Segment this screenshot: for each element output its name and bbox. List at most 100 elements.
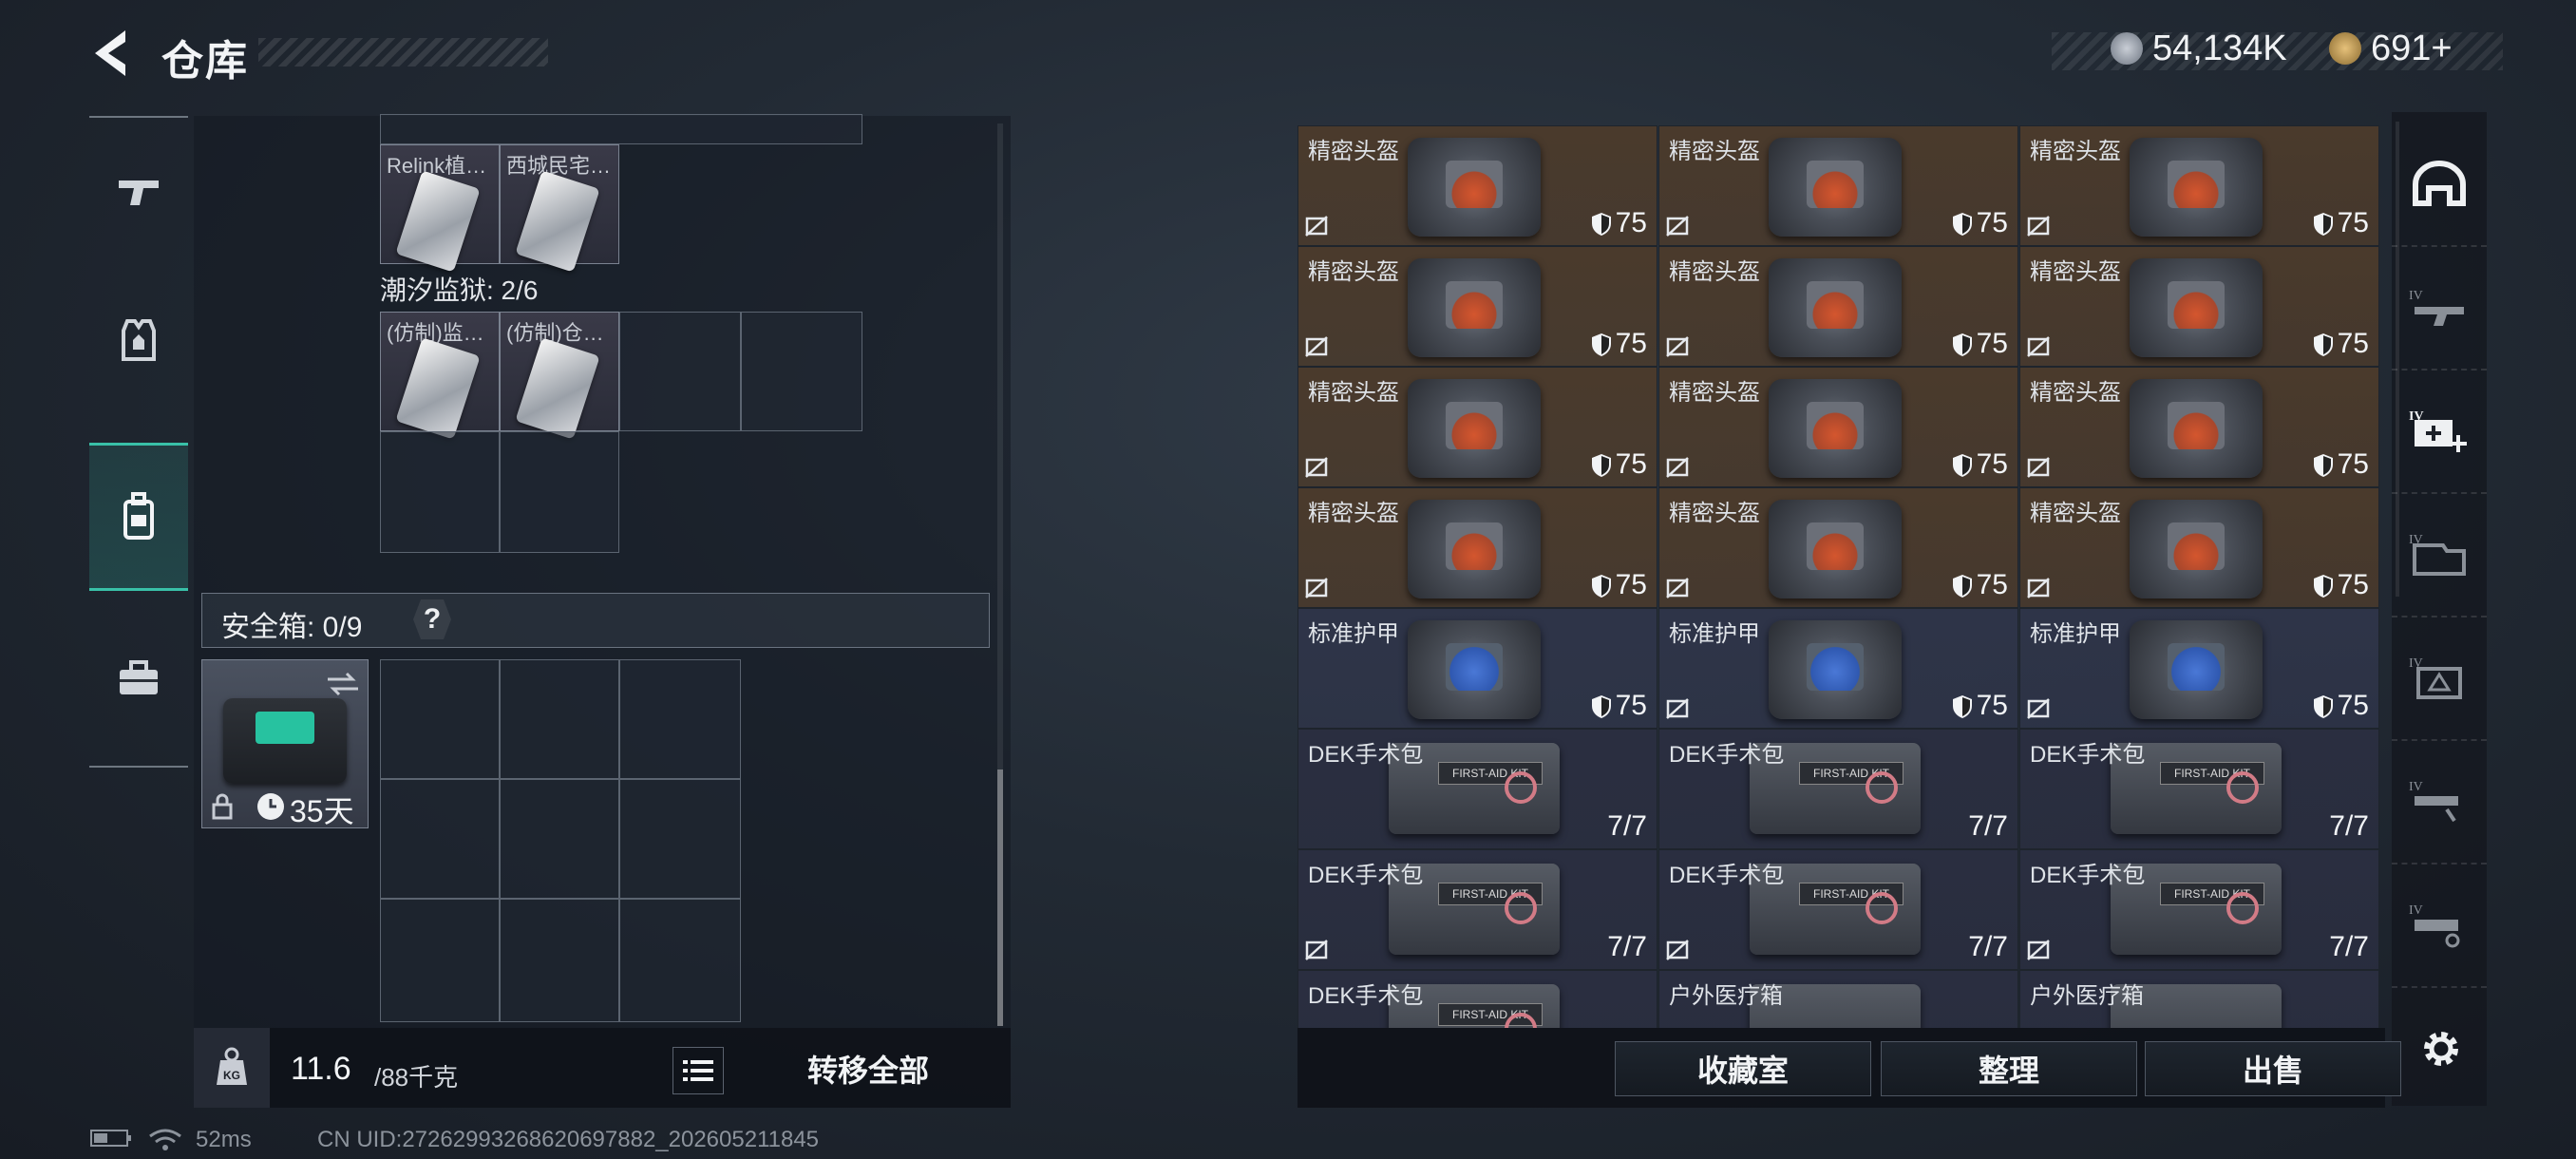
inventory-item[interactable]: 精密头盔 75: [1297, 487, 1657, 608]
keycard-item[interactable]: (仿制)监…: [380, 312, 500, 440]
empty-slot[interactable]: [619, 312, 741, 431]
coin-silver-icon: [2111, 32, 2143, 65]
item-emblem: [1807, 161, 1864, 208]
scissors-icon: [2226, 771, 2259, 804]
inventory-item[interactable]: 精密头盔 75: [1658, 125, 2018, 246]
scissors-icon: [1505, 771, 1537, 804]
inventory-item[interactable]: FIRST-AID KIT DEK手术包 7/7: [1297, 849, 1657, 970]
inventory-item[interactable]: 精密头盔 75: [1297, 367, 1657, 487]
keycard-item[interactable]: Relink植…: [380, 144, 500, 273]
safe-slot[interactable]: [619, 779, 741, 899]
keycard-image: [395, 170, 481, 273]
inventory-item[interactable]: FIRST-AID KIT DEK手术包 7/7: [2019, 849, 2379, 970]
inventory-item[interactable]: 精密头盔 75: [2019, 125, 2379, 246]
no-insurance-icon: [1665, 215, 1690, 238]
safe-slot[interactable]: [619, 659, 741, 779]
empty-slot[interactable]: [380, 431, 500, 553]
inventory-item[interactable]: 精密头盔 75: [2019, 367, 2379, 487]
durability-shield-icon: [1591, 212, 1612, 237]
inventory-item[interactable]: 户外医疗箱: [2019, 970, 2379, 1028]
inventory-item[interactable]: 标准护甲 75: [2019, 608, 2379, 729]
inventory-item[interactable]: 精密头盔 75: [2019, 487, 2379, 608]
inventory-item[interactable]: FIRST-AID KIT DEK手术包 7/7: [2019, 729, 2379, 849]
rside-medkit[interactable]: IV: [2392, 369, 2487, 494]
scissors-icon: [1866, 892, 1898, 924]
inventory-item[interactable]: 精密头盔 75: [2019, 246, 2379, 367]
nav-armor[interactable]: [89, 266, 188, 414]
list-view-button[interactable]: [672, 1047, 724, 1094]
item-name: 精密头盔: [1669, 501, 1760, 526]
rside-armor[interactable]: IV: [2392, 616, 2487, 741]
inventory-item[interactable]: 精密头盔 75: [1658, 246, 2018, 367]
right-inventory-grid: 精密头盔 75 精密头盔 75 精密头盔 75 精密头盔 75 精密头盔 75 精密头盔 75 精密头盔…: [1297, 125, 2385, 1028]
safe-slot[interactable]: [380, 659, 500, 779]
item-label: (仿制)仓…: [506, 321, 604, 345]
weight-icon: KG: [217, 1047, 247, 1085]
swap-icon[interactable]: [326, 670, 360, 698]
inventory-item[interactable]: 标准护甲 75: [1297, 608, 1657, 729]
durability-shield-icon: [1952, 694, 1973, 719]
inventory-item[interactable]: 户外医疗箱: [1658, 970, 2018, 1028]
help-button[interactable]: ?: [413, 599, 451, 639]
keycard-item[interactable]: (仿制)仓…: [500, 312, 619, 440]
item-value-text: 75: [1615, 569, 1647, 600]
inventory-item[interactable]: 精密头盔 75: [1297, 246, 1657, 367]
no-insurance-icon: [2026, 577, 2051, 599]
item-value-text: 75: [2337, 328, 2369, 359]
item-value: 75: [1952, 207, 2008, 239]
back-arrow-icon: [95, 30, 125, 76]
organize-button[interactable]: 整理: [1881, 1041, 2137, 1096]
safe-box-header: 安全箱: 0/9 ?: [201, 593, 990, 648]
inventory-item[interactable]: 标准护甲 75: [1658, 608, 2018, 729]
no-insurance-icon: [1304, 335, 1329, 358]
inventory-item[interactable]: 精密头盔 75: [1297, 125, 1657, 246]
no-insurance-icon: [1665, 697, 1690, 720]
rside-ammo[interactable]: IV: [2392, 492, 2487, 618]
currency-b[interactable]: 691+: [2329, 27, 2453, 70]
inventory-item[interactable]: 精密头盔 75: [1658, 487, 2018, 608]
collection-room-button[interactable]: 收藏室: [1615, 1041, 1871, 1096]
inventory-item[interactable]: FIRST-AID KIT DEK手术包: [1297, 970, 1657, 1028]
durability-shield-icon: [1591, 453, 1612, 478]
keycard-item[interactable]: 西城民宅…: [500, 144, 619, 273]
safe-slot[interactable]: [500, 779, 619, 899]
safe-box-item[interactable]: 35天: [201, 659, 369, 828]
helmet-image: [2130, 138, 2263, 237]
right-side-nav: IV IV IV IV IV IV: [2392, 112, 2487, 1106]
no-insurance-icon: [1304, 215, 1329, 238]
rside-rifle[interactable]: IV: [2392, 245, 2487, 370]
nav-tools[interactable]: [89, 604, 188, 752]
inventory-item[interactable]: FIRST-AID KIT DEK手术包 7/7: [1658, 849, 2018, 970]
inventory-item[interactable]: FIRST-AID KIT DEK手术包 7/7: [1297, 729, 1657, 849]
safe-slot[interactable]: [500, 659, 619, 779]
empty-slot[interactable]: [741, 312, 862, 431]
settings-button[interactable]: [2418, 1026, 2464, 1076]
medkit-add-icon: IV: [2409, 409, 2467, 452]
item-value: 7/7: [2329, 931, 2369, 963]
left-scroll-thumb[interactable]: [997, 770, 1003, 1026]
safe-box-label: 安全箱: 0/9: [221, 612, 363, 643]
inventory-item[interactable]: 精密头盔 75: [1658, 367, 2018, 487]
gear-icon: [2424, 1032, 2458, 1066]
empty-slot[interactable]: [500, 431, 619, 553]
inventory-item[interactable]: FIRST-AID KIT DEK手术包 7/7: [1658, 729, 2018, 849]
nav-weapons[interactable]: [89, 118, 188, 266]
back-button[interactable]: [87, 27, 135, 80]
safe-slot[interactable]: [380, 779, 500, 899]
item-name: 标准护甲: [1308, 621, 1399, 647]
no-insurance-icon: [1304, 939, 1329, 961]
rside-misc[interactable]: IV: [2392, 863, 2487, 988]
safe-slot[interactable]: [619, 899, 741, 1022]
durability-shield-icon: [1952, 332, 1973, 357]
item-value: 75: [2313, 207, 2369, 239]
safe-slot[interactable]: [500, 899, 619, 1022]
rside-attachment[interactable]: IV: [2392, 739, 2487, 864]
no-insurance-icon: [1304, 456, 1329, 479]
safe-slot[interactable]: [380, 899, 500, 1022]
item-value-text: 7/7: [2329, 810, 2369, 842]
sell-button[interactable]: 出售: [2145, 1041, 2401, 1096]
transfer-all-button[interactable]: 转移全部: [735, 1041, 1001, 1096]
rside-helmet[interactable]: [2392, 122, 2487, 247]
nav-backpack[interactable]: [89, 443, 188, 591]
item-value: 75: [1952, 448, 2008, 481]
